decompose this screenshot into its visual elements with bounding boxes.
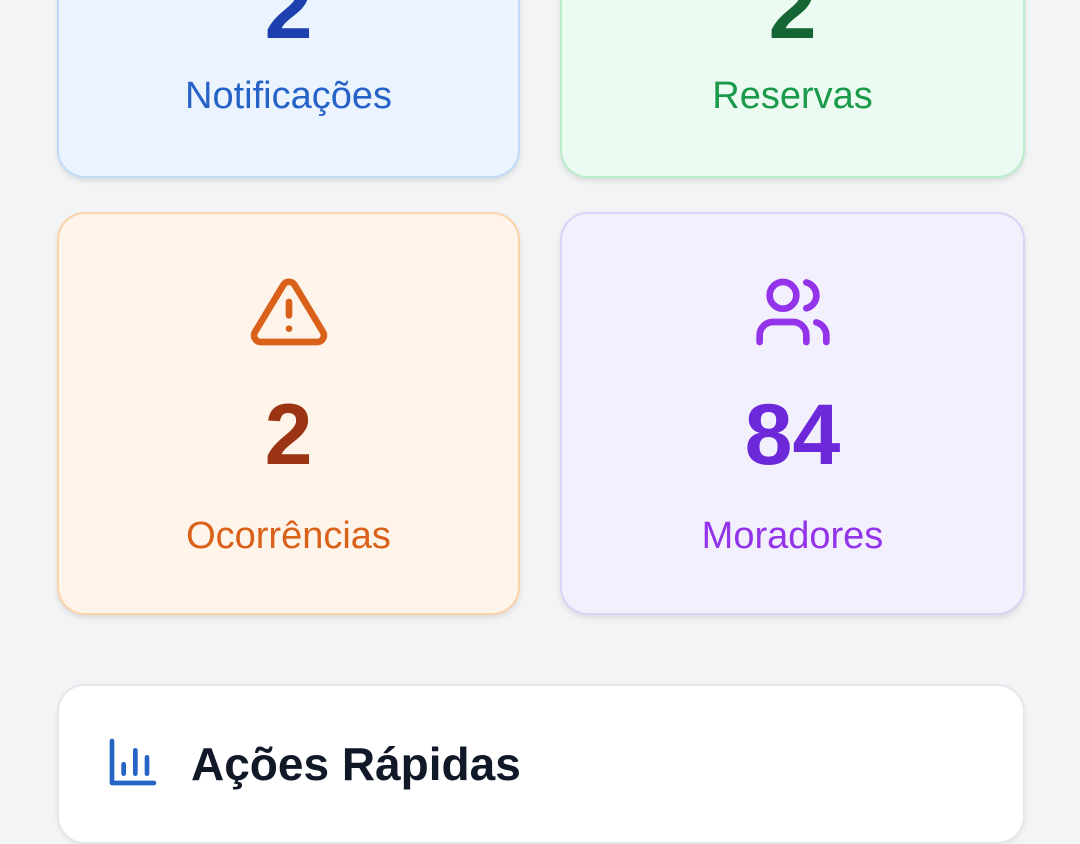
residents-label: Moradores: [701, 515, 884, 557]
quick-actions-card: Ações Rápidas: [57, 684, 1025, 844]
residents-stat-card[interactable]: 84 Moradores: [560, 212, 1025, 615]
reservations-count: 2: [768, 0, 817, 57]
reservations-label: Reservas: [712, 75, 873, 117]
notifications-label: Notificações: [185, 75, 392, 117]
quick-actions-title: Ações Rápidas: [191, 738, 521, 790]
residents-count: 84: [744, 387, 841, 483]
occurrences-count: 2: [264, 387, 313, 483]
notifications-stat-card[interactable]: 2 Notificações: [57, 0, 520, 178]
notifications-count: 2: [264, 0, 313, 57]
occurrences-stat-card[interactable]: 2 Ocorrências: [57, 212, 520, 615]
reservations-stat-card[interactable]: 2 Reservas: [560, 0, 1025, 178]
users-icon: [755, 278, 830, 346]
occurrences-label: Ocorrências: [186, 515, 391, 557]
warning-triangle-icon: [250, 278, 327, 346]
bar-chart-icon: [109, 738, 157, 786]
